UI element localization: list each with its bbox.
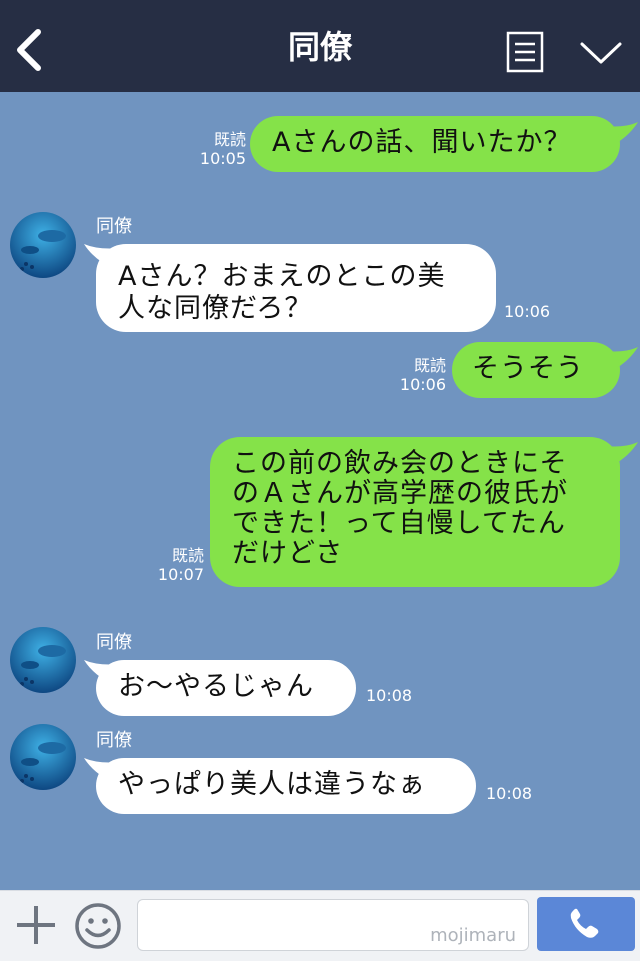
their-message-bubble[interactable]: お〜やるじゃん bbox=[96, 660, 356, 716]
sender-name: 同僚 bbox=[96, 632, 132, 653]
sender-name: 同僚 bbox=[96, 216, 132, 237]
sender-name: 同僚 bbox=[96, 730, 132, 751]
smiley-icon[interactable] bbox=[73, 901, 123, 951]
input-bar: mojimaru bbox=[0, 890, 640, 961]
avatar[interactable] bbox=[10, 627, 76, 693]
phone-icon bbox=[570, 908, 599, 938]
my-message-bubble[interactable]: そうそう bbox=[452, 342, 620, 398]
watermark: mojimaru bbox=[430, 925, 516, 946]
message-list: 既読 10:05 Aさんの話、聞いたか？ 同僚 Aさん？おまえのとこの美 人な同… bbox=[0, 92, 640, 890]
read-receipt: 既読 10:05 bbox=[199, 130, 246, 168]
avatar[interactable] bbox=[10, 724, 76, 790]
read-receipt: 既読 10:06 bbox=[399, 356, 446, 394]
read-receipt: 既読 10:07 bbox=[157, 546, 204, 584]
my-message-bubble[interactable]: Aさんの話、聞いたか？ bbox=[250, 116, 620, 172]
avatar[interactable] bbox=[10, 212, 76, 278]
message-time: 10:06 bbox=[504, 302, 551, 321]
message-time: 10:08 bbox=[366, 686, 413, 705]
message-time: 10:08 bbox=[486, 784, 533, 803]
chat-header: 同僚 bbox=[0, 0, 640, 92]
call-button[interactable] bbox=[537, 897, 635, 951]
message-input[interactable]: mojimaru bbox=[137, 899, 529, 951]
chevron-down-icon[interactable] bbox=[578, 36, 624, 68]
my-message-bubble[interactable]: この前の飲み会のときにそ のＡさんが高学歴の彼氏が できた！って自慢してたん だ… bbox=[210, 437, 620, 587]
list-menu-icon[interactable] bbox=[505, 30, 545, 74]
their-message-bubble[interactable]: やっぱり美人は違うなぁ bbox=[96, 758, 476, 814]
plus-icon[interactable] bbox=[14, 903, 58, 947]
their-message-bubble[interactable]: Aさん？おまえのとこの美 人な同僚だろ？ bbox=[96, 244, 496, 332]
